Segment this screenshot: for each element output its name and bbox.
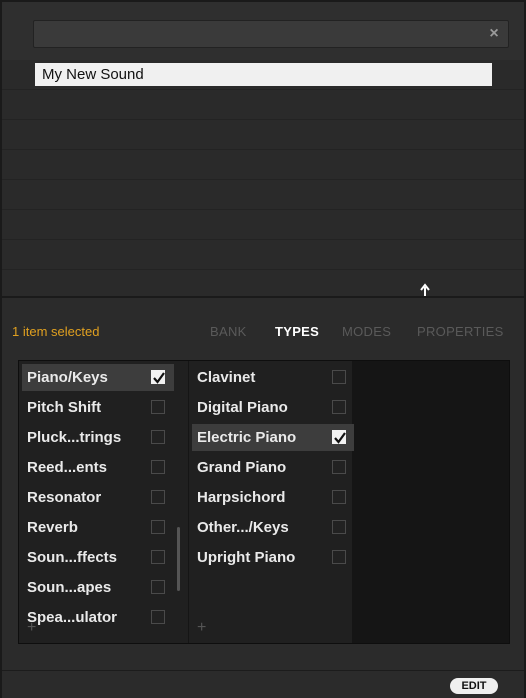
tab-types[interactable]: TYPES	[275, 324, 319, 339]
edit-button[interactable]: EDIT	[450, 678, 498, 694]
tag-filter-bar: 1 item selected BANK TYPES MODES PROPERT…	[2, 298, 524, 360]
result-row[interactable]	[2, 180, 524, 210]
sound-browser-panel: × My New Sound 1 item selected BANK TYPE…	[0, 0, 526, 698]
checkbox[interactable]	[151, 430, 165, 444]
tag-label: Clavinet	[197, 369, 256, 386]
checkbox[interactable]	[151, 610, 165, 624]
tag-item[interactable]: Reed...ents	[22, 454, 174, 481]
checkbox[interactable]	[151, 400, 165, 414]
tag-label: Upright Piano	[197, 549, 296, 566]
checkbox[interactable]	[332, 370, 346, 384]
checkbox-checked[interactable]	[151, 370, 165, 384]
tag-item[interactable]: Harpsichord	[192, 484, 354, 511]
checkbox[interactable]	[332, 520, 346, 534]
tag-item[interactable]: Resonator	[22, 484, 174, 511]
checkbox[interactable]	[332, 550, 346, 564]
tab-modes[interactable]: MODES	[342, 324, 391, 339]
tag-item[interactable]: Other.../Keys	[192, 514, 354, 541]
checkbox[interactable]	[151, 490, 165, 504]
tag-column-level-1: + Piano/Keys Pitch Shift Pluck...trings Ree…	[19, 361, 188, 643]
tag-label: Harpsichord	[197, 489, 286, 506]
bottom-separator	[2, 670, 524, 671]
tag-item[interactable]: Digital Piano	[192, 394, 354, 421]
result-item[interactable]: My New Sound	[35, 63, 492, 86]
tag-label: Reed...ents	[27, 459, 108, 476]
column-scrollbar[interactable]	[177, 527, 180, 591]
selected-count-label: 1 item selected	[12, 324, 100, 339]
add-subtag-button[interactable]: +	[197, 619, 206, 637]
tag-item[interactable]: Spea...ulator	[22, 604, 174, 631]
tag-label: Resonator	[27, 489, 102, 506]
tag-item[interactable]: Soun...apes	[22, 574, 174, 601]
tag-label: Grand Piano	[197, 459, 287, 476]
tab-bank[interactable]: BANK	[210, 324, 247, 339]
result-row[interactable]	[2, 90, 524, 120]
tag-item[interactable]: Clavinet	[192, 364, 354, 391]
checkmark-icon	[334, 432, 346, 444]
tag-label: Soun...apes	[27, 579, 112, 596]
tag-label: Reverb	[27, 519, 78, 536]
tag-item[interactable]: Grand Piano	[192, 454, 354, 481]
checkbox[interactable]	[332, 460, 346, 474]
tag-item[interactable]: Upright Piano	[192, 544, 354, 571]
tag-item[interactable]: Reverb	[22, 514, 174, 541]
checkbox-checked[interactable]	[332, 430, 346, 444]
tag-label: Digital Piano	[197, 399, 288, 416]
tag-columns: + Piano/Keys Pitch Shift Pluck...trings Ree…	[18, 360, 510, 644]
checkbox[interactable]	[151, 520, 165, 534]
tag-label: Spea...ulator	[27, 609, 118, 626]
result-row[interactable]	[2, 210, 524, 240]
checkbox[interactable]	[332, 400, 346, 414]
checkmark-icon	[153, 372, 165, 384]
tag-item[interactable]: Piano/Keys	[22, 364, 174, 391]
result-row[interactable]	[2, 120, 524, 150]
checkbox[interactable]	[151, 580, 165, 594]
search-input[interactable]	[33, 20, 509, 48]
tag-label: Pitch Shift	[27, 399, 102, 416]
search-area: ×	[2, 2, 524, 60]
checkbox[interactable]	[151, 460, 165, 474]
tag-item[interactable]: Pitch Shift	[22, 394, 174, 421]
tag-item[interactable]: Electric Piano	[192, 424, 354, 451]
tag-item[interactable]: Pluck...trings	[22, 424, 174, 451]
bottom-bar: EDIT	[2, 644, 524, 698]
tag-item[interactable]: Soun...ffects	[22, 544, 174, 571]
tag-label: Soun...ffects	[27, 549, 118, 566]
tag-label: Electric Piano	[197, 429, 297, 446]
tag-label: Other.../Keys	[197, 519, 289, 536]
tag-column-level-2: + Clavinet Digital Piano Electric Piano Gra…	[189, 361, 354, 643]
checkbox[interactable]	[151, 550, 165, 564]
tag-label: Pluck...trings	[27, 429, 122, 446]
clear-search-button[interactable]: ×	[482, 22, 506, 46]
checkbox[interactable]	[332, 490, 346, 504]
result-row[interactable]	[2, 240, 524, 270]
tab-properties[interactable]: PROPERTIES	[417, 324, 504, 339]
tag-label: Piano/Keys	[27, 369, 108, 386]
result-row[interactable]	[2, 150, 524, 180]
close-icon: ×	[489, 25, 499, 42]
results-list[interactable]: My New Sound	[2, 60, 524, 300]
